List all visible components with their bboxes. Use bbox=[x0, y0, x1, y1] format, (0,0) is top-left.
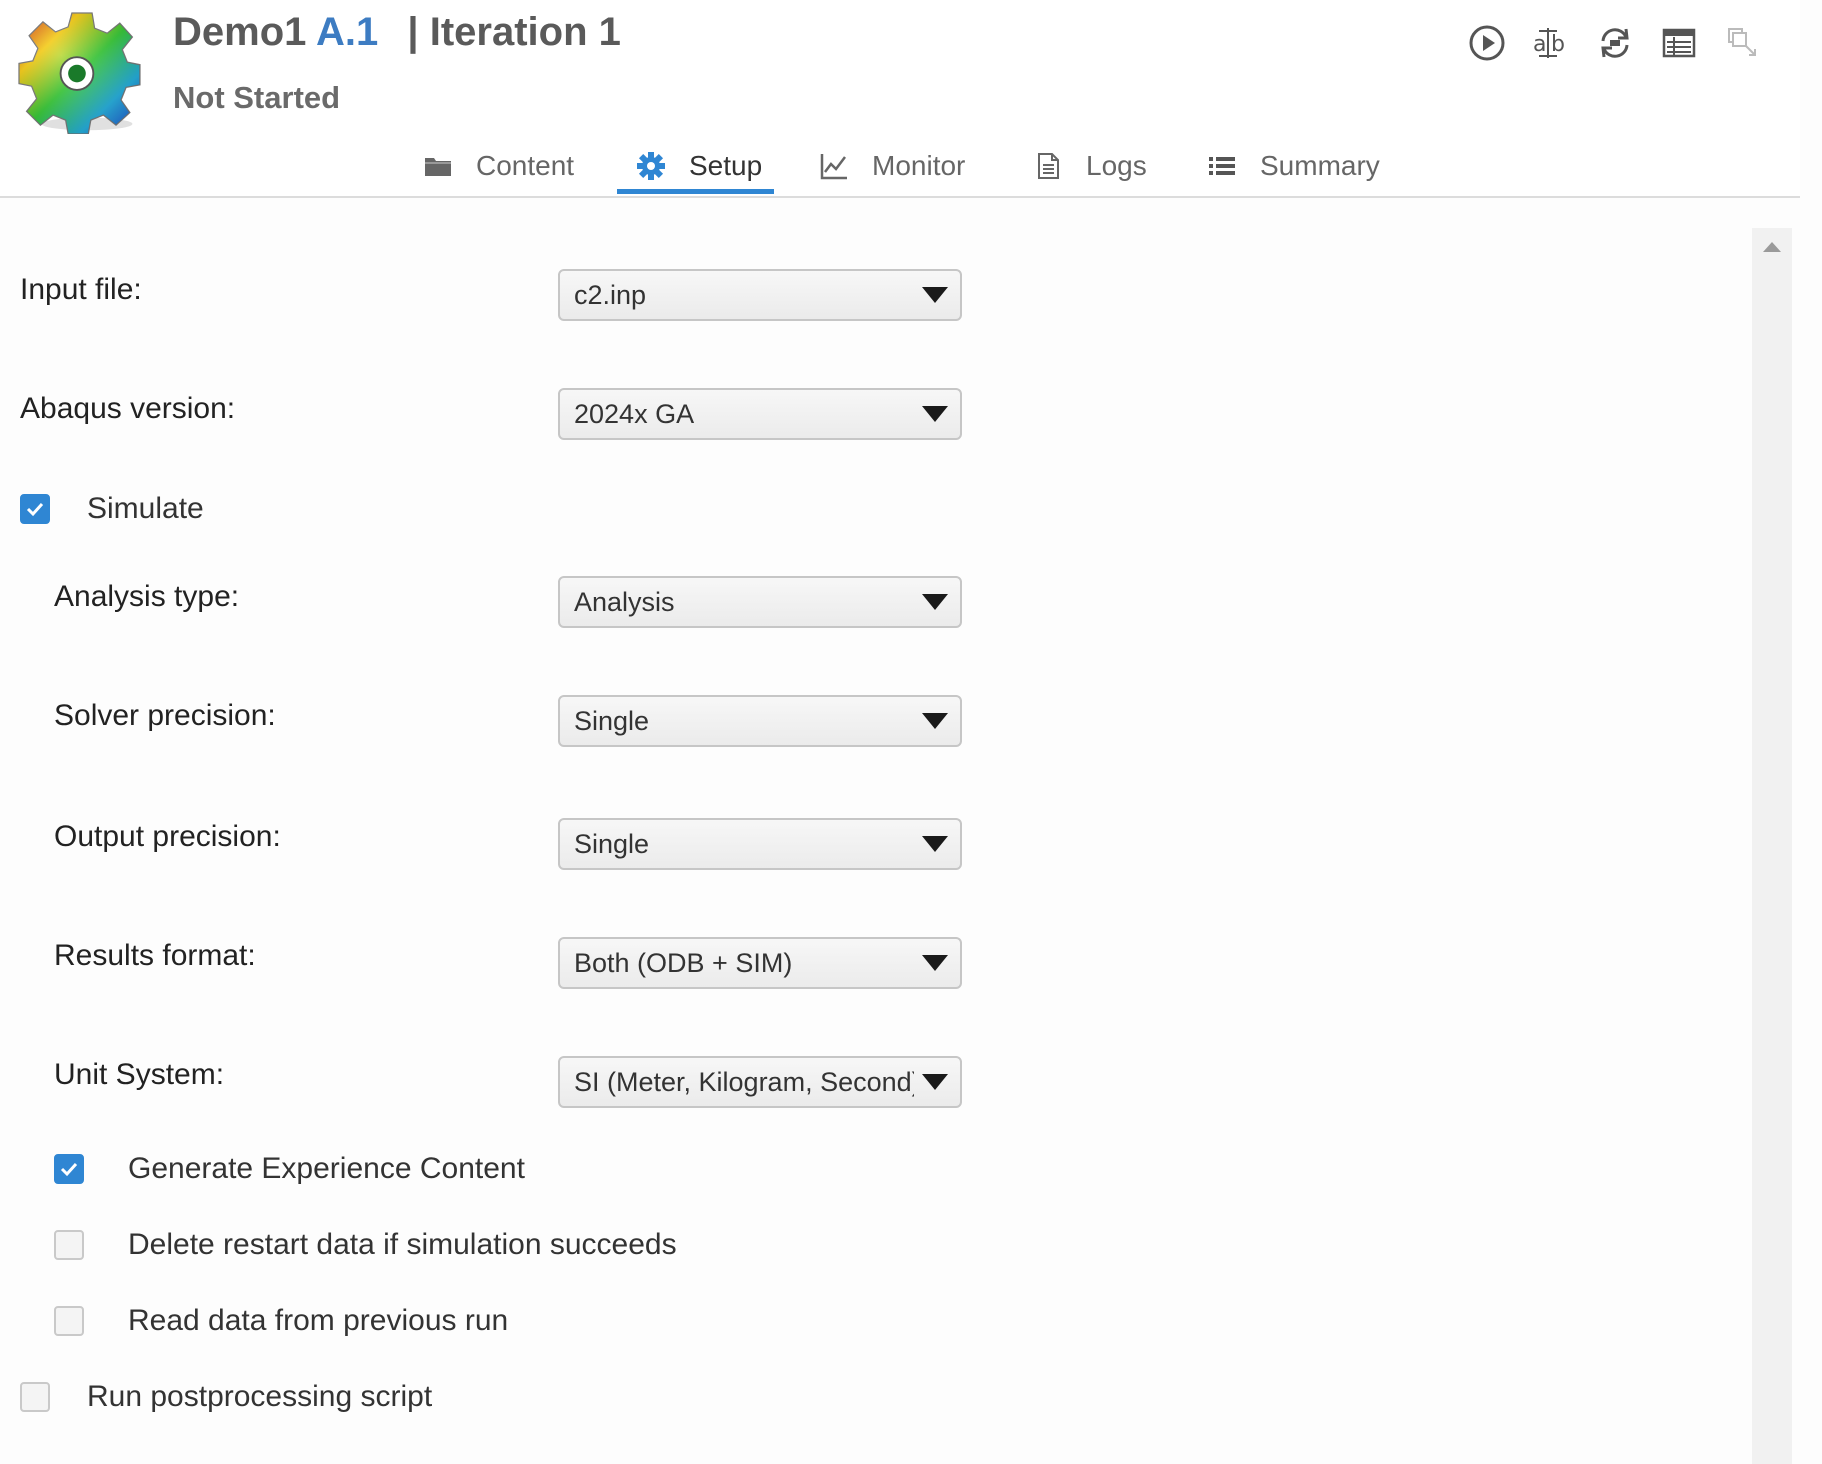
select-value: SI (Meter, Kilogram, Second) bbox=[574, 1067, 914, 1097]
scroll-up-arrow-icon[interactable] bbox=[1763, 242, 1781, 252]
select-value: Single bbox=[574, 706, 650, 736]
iteration-label: Iteration 1 bbox=[429, 10, 621, 54]
output-precision-select[interactable]: Single bbox=[558, 818, 962, 870]
svg-text:a: a bbox=[1533, 32, 1546, 57]
run-postprocessing-row[interactable]: Run postprocessing script bbox=[20, 1380, 432, 1414]
tab-summary[interactable]: Summary bbox=[1188, 138, 1398, 194]
analysis-type-label: Analysis type: bbox=[54, 580, 240, 613]
gear-icon bbox=[635, 150, 667, 182]
select-value: Both (ODB + SIM) bbox=[574, 948, 793, 978]
unit-system-label: Unit System: bbox=[54, 1058, 225, 1091]
abaqus-version-select[interactable]: 2024x GA bbox=[558, 388, 962, 440]
tab-setup[interactable]: Setup bbox=[617, 138, 780, 194]
results-format-label: Results format: bbox=[54, 939, 256, 972]
analysis-type-select[interactable]: Analysis bbox=[558, 576, 962, 628]
select-value: 2024x GA bbox=[574, 399, 695, 429]
read-previous-label: Read data from previous run bbox=[128, 1304, 509, 1337]
tag-disabled-icon bbox=[1728, 28, 1756, 56]
vertical-scrollbar[interactable] bbox=[1752, 228, 1792, 1464]
list-icon bbox=[1206, 150, 1238, 182]
generate-experience-label: Generate Experience Content bbox=[128, 1152, 525, 1185]
folder-icon bbox=[422, 150, 454, 182]
select-value: Single bbox=[574, 829, 650, 859]
delete-restart-row[interactable]: Delete restart data if simulation succee… bbox=[54, 1228, 677, 1262]
dropdown-arrow-icon bbox=[922, 1074, 948, 1090]
run-postprocessing-checkbox[interactable] bbox=[20, 1382, 50, 1412]
project-name: Demo1 bbox=[173, 10, 307, 54]
tab-label: Logs bbox=[1086, 150, 1147, 181]
header: Demo1 A.1 | Iteration 1 Not Started a b bbox=[0, 0, 1800, 140]
select-value: c2.inp bbox=[574, 280, 647, 310]
tab-label: Summary bbox=[1260, 150, 1380, 181]
checkmark-icon bbox=[60, 1162, 78, 1177]
title-separator: | bbox=[407, 10, 419, 54]
delete-restart-checkbox[interactable] bbox=[54, 1230, 84, 1260]
setup-panel: Input file: c2.inp Abaqus version: 2024x… bbox=[0, 198, 1752, 1464]
simulate-label: Simulate bbox=[87, 492, 204, 525]
generate-experience-row[interactable]: Generate Experience Content bbox=[54, 1152, 525, 1186]
tab-monitor[interactable]: Monitor bbox=[800, 138, 983, 194]
page-title: Demo1 A.1 | Iteration 1 bbox=[173, 10, 621, 55]
dropdown-arrow-icon bbox=[922, 594, 948, 610]
dropdown-arrow-icon bbox=[922, 406, 948, 422]
simulate-checkbox-row[interactable]: Simulate bbox=[20, 492, 204, 526]
table-button[interactable] bbox=[1658, 20, 1700, 66]
checkmark-icon bbox=[26, 502, 44, 517]
tag-button[interactable] bbox=[1722, 20, 1764, 66]
input-file-label: Input file: bbox=[20, 273, 142, 306]
tab-label: Setup bbox=[689, 150, 763, 181]
output-precision-label: Output precision: bbox=[54, 820, 281, 853]
read-previous-row[interactable]: Read data from previous run bbox=[54, 1304, 508, 1338]
simulate-checkbox[interactable] bbox=[20, 494, 50, 524]
active-tab-indicator bbox=[617, 189, 774, 194]
input-file-select[interactable]: c2.inp bbox=[558, 269, 962, 321]
tab-label: Monitor bbox=[872, 150, 966, 181]
delete-restart-label: Delete restart data if simulation succee… bbox=[128, 1228, 677, 1261]
sync-button[interactable] bbox=[1594, 20, 1636, 66]
document-icon bbox=[1032, 150, 1064, 182]
app-logo-gear-icon bbox=[18, 12, 141, 134]
revision-label: A.1 bbox=[316, 10, 379, 54]
read-previous-checkbox[interactable] bbox=[54, 1306, 84, 1336]
spell-check-icon: a b bbox=[1533, 28, 1565, 58]
unit-system-select[interactable]: SI (Meter, Kilogram, Second) bbox=[558, 1056, 962, 1108]
tab-content[interactable]: Content bbox=[404, 138, 592, 194]
simulation-app: Demo1 A.1 | Iteration 1 Not Started a b bbox=[0, 0, 1822, 1464]
play-icon bbox=[1469, 25, 1505, 61]
dropdown-arrow-icon bbox=[922, 836, 948, 852]
solver-precision-select[interactable]: Single bbox=[558, 695, 962, 747]
dropdown-arrow-icon bbox=[922, 955, 948, 971]
tab-bar: Content Setup Monitor Logs Summary bbox=[0, 138, 1800, 198]
table-icon bbox=[1662, 28, 1696, 58]
abaqus-version-label: Abaqus version: bbox=[20, 392, 236, 425]
status-text: Not Started bbox=[173, 80, 341, 115]
tab-label: Content bbox=[476, 150, 575, 181]
dropdown-arrow-icon bbox=[922, 713, 948, 729]
run-button[interactable] bbox=[1466, 20, 1508, 66]
sync-icon bbox=[1601, 28, 1629, 58]
spell-check-button[interactable]: a b bbox=[1530, 20, 1572, 66]
toolbar: a b bbox=[1466, 20, 1764, 66]
svg-text:b: b bbox=[1551, 32, 1565, 57]
results-format-select[interactable]: Both (ODB + SIM) bbox=[558, 937, 962, 989]
generate-experience-checkbox[interactable] bbox=[54, 1154, 84, 1184]
dropdown-arrow-icon bbox=[922, 287, 948, 303]
line-chart-icon bbox=[818, 150, 850, 182]
select-value: Analysis bbox=[574, 587, 675, 617]
tab-logs[interactable]: Logs bbox=[1014, 138, 1165, 194]
solver-precision-label: Solver precision: bbox=[54, 699, 276, 732]
run-postprocessing-label: Run postprocessing script bbox=[87, 1380, 433, 1413]
